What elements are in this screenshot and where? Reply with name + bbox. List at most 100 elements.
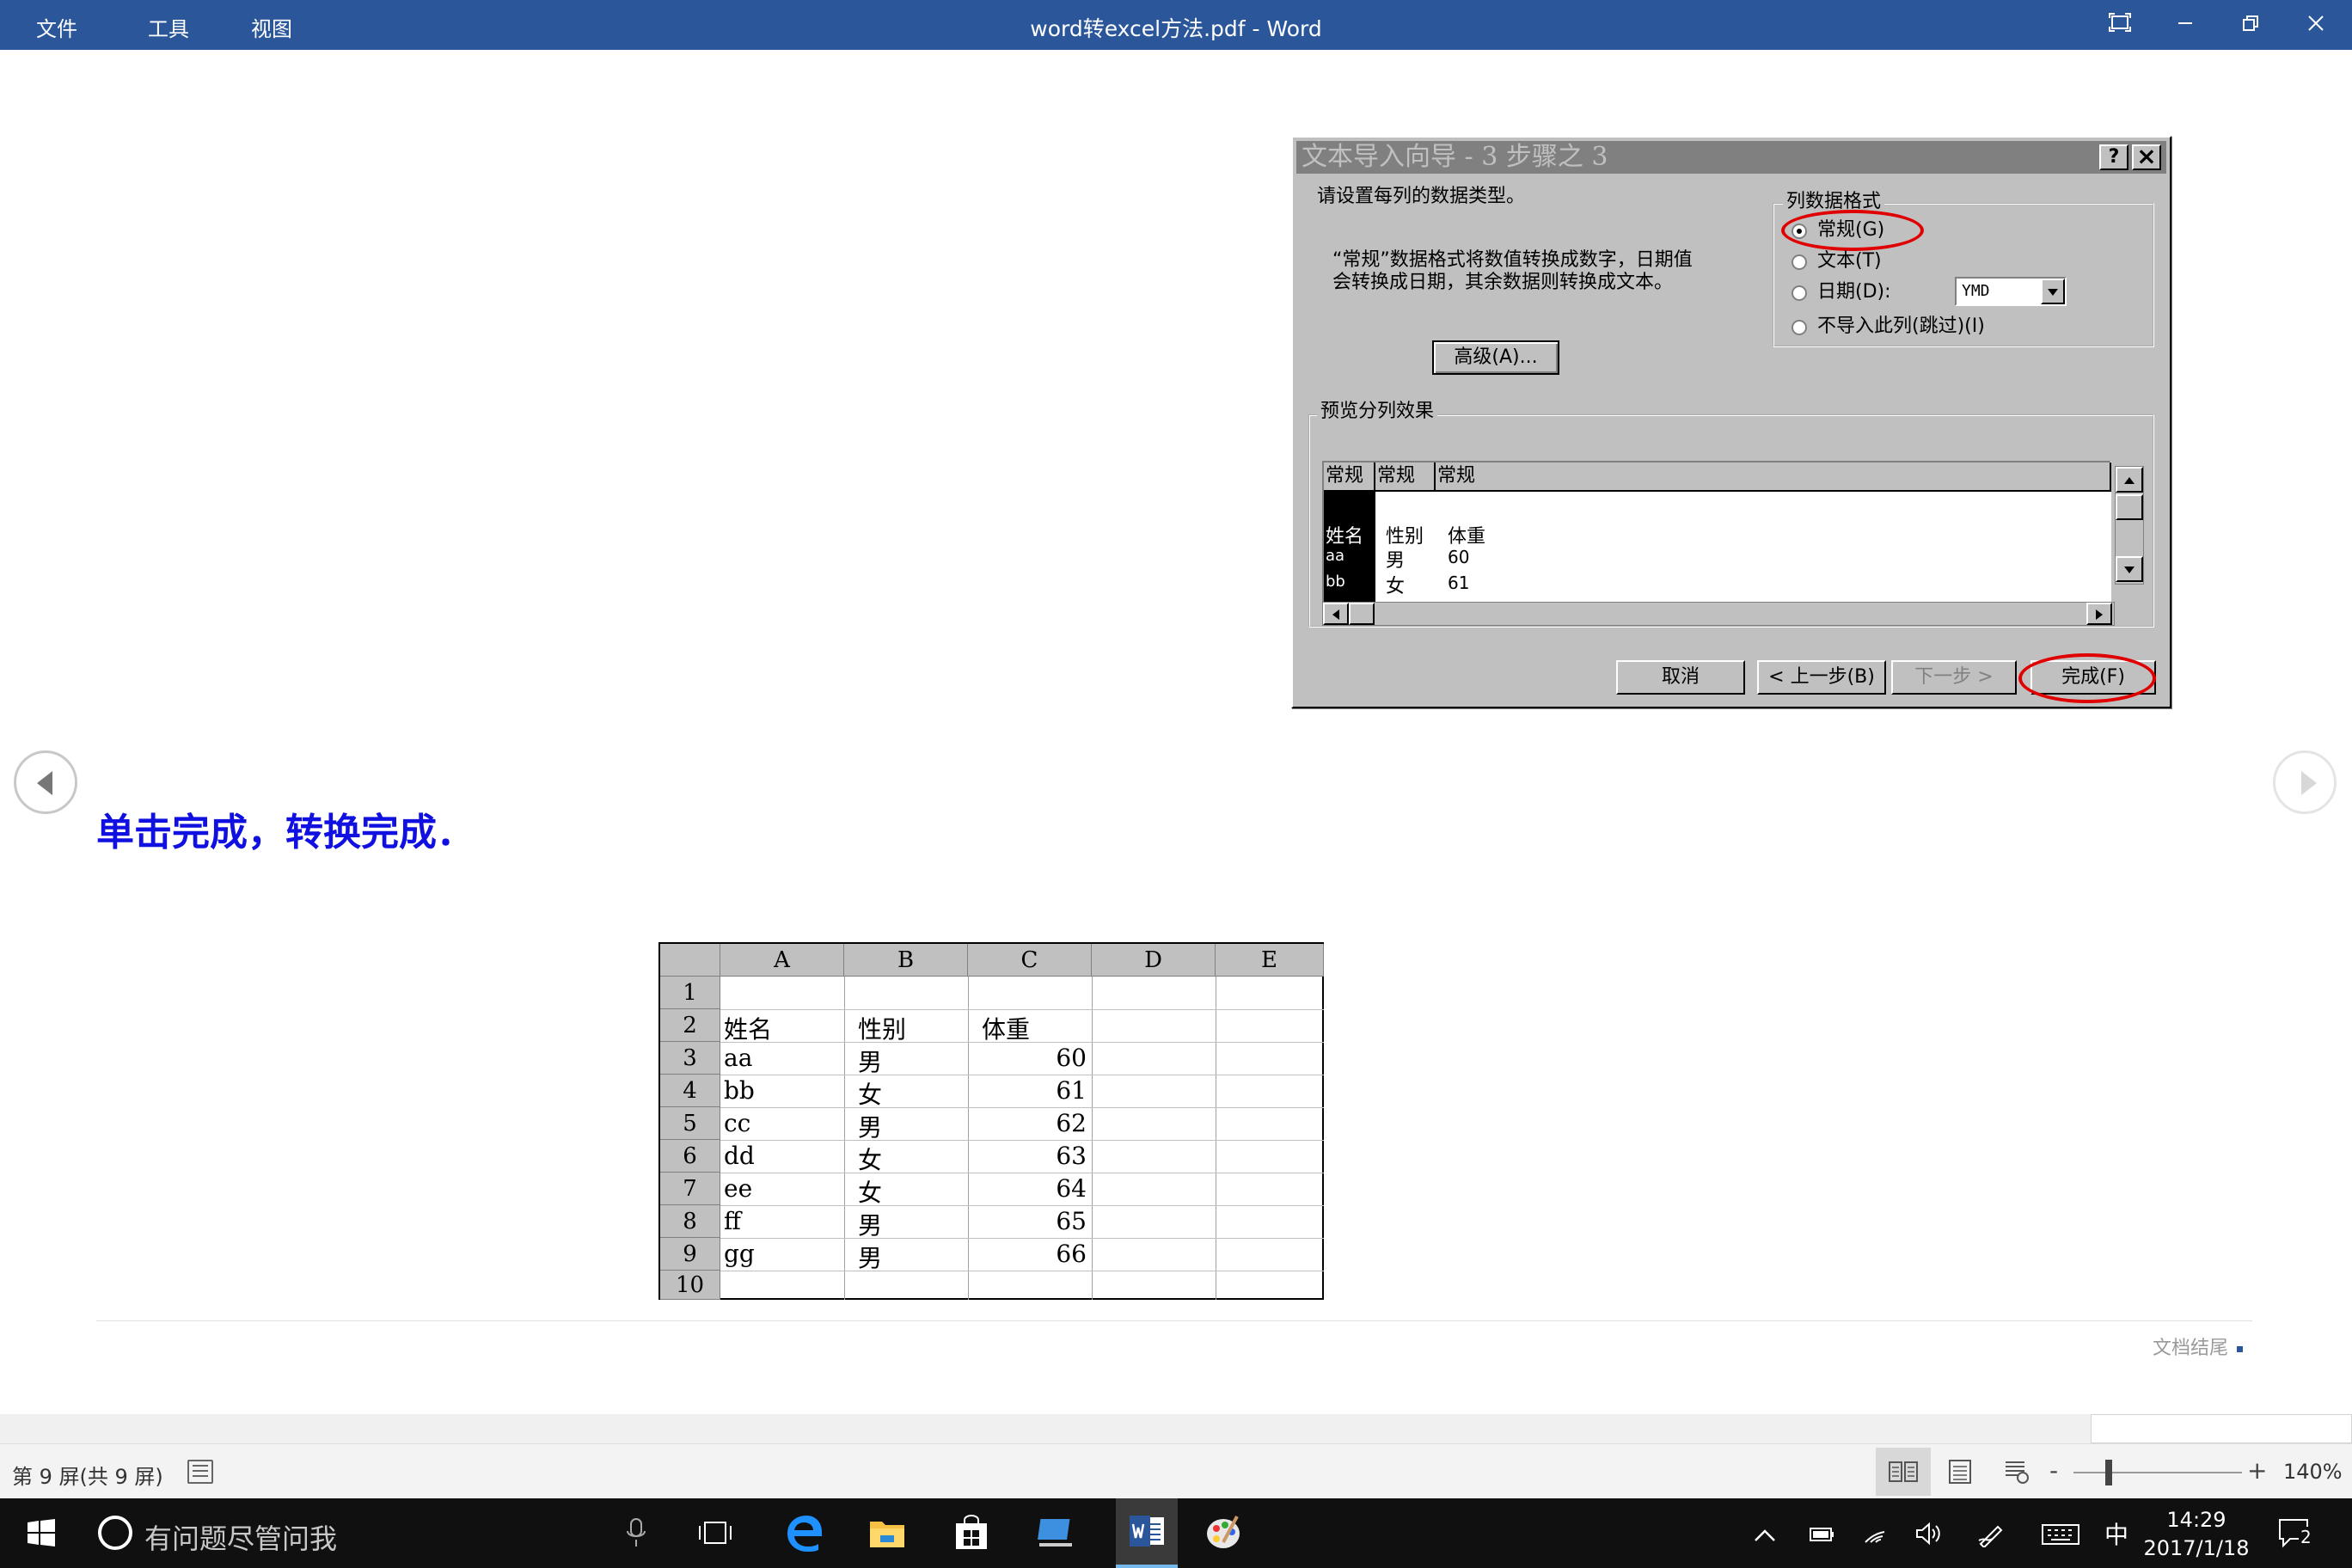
zoom-level[interactable]: 140%: [2283, 1460, 2343, 1484]
grid-line: [720, 1009, 1324, 1010]
zoom-slider[interactable]: [2073, 1472, 2242, 1473]
horizontal-scroll-thumb[interactable]: [2091, 1414, 2352, 1443]
sheet-cell: 61: [1056, 1076, 1087, 1105]
sheet-cell: 男: [858, 1244, 883, 1272]
sheet-cell: ee: [724, 1174, 753, 1203]
wifi-icon[interactable]: [1864, 1522, 1891, 1552]
file-explorer-icon[interactable]: [861, 1507, 913, 1559]
word-taskbar-button[interactable]: [1116, 1498, 1178, 1568]
restore-icon[interactable]: [2218, 0, 2283, 50]
sheet-cell: 姓名: [724, 1015, 773, 1044]
touch-keyboard-icon[interactable]: [2041, 1522, 2080, 1552]
zoom-out-button[interactable]: -: [2049, 1456, 2058, 1485]
date-format-value: YMD: [1962, 282, 1990, 300]
preview-cell: bb: [1326, 573, 1345, 591]
previous-screen-arrow-icon[interactable]: [14, 750, 77, 814]
grid-line: [844, 977, 845, 1300]
sheet-cell: 女: [858, 1081, 883, 1109]
scroll-up-icon: [2116, 467, 2143, 493]
paint-app-icon[interactable]: [1198, 1507, 1250, 1559]
windows-start-icon[interactable]: [15, 1507, 67, 1559]
sheet-cell: 65: [1056, 1207, 1087, 1235]
radio-skip: [1792, 320, 1807, 335]
preview-header-2: 常规: [1375, 462, 1436, 492]
sheet-cell: bb: [724, 1076, 755, 1105]
back-button: < 上一步(B): [1757, 660, 1886, 695]
preview-cell: 60: [1448, 547, 1470, 567]
grid-line: [720, 1205, 1324, 1206]
system-clock[interactable]: 14:29 2017/1/18: [2132, 1506, 2261, 1563]
horizontal-scrollbar[interactable]: [0, 1414, 2352, 1443]
volume-icon[interactable]: [1915, 1522, 1943, 1552]
input-method-indicator[interactable]: 中: [2104, 1516, 2128, 1551]
preview-group-label: 预览分列效果: [1317, 401, 1438, 423]
read-mode-icon[interactable]: [1876, 1448, 1931, 1496]
edge-browser-icon[interactable]: [777, 1507, 829, 1559]
sheet-cell: 60: [1056, 1044, 1087, 1072]
row-header: 2: [660, 1009, 720, 1042]
preview-cell: 体重: [1448, 526, 1486, 548]
zoom-in-button[interactable]: +: [2247, 1456, 2267, 1485]
sheet-cell: 66: [1056, 1240, 1087, 1268]
sheet-cell: aa: [724, 1044, 753, 1072]
text-import-wizard-image: 文本导入向导 - 3 步骤之 3 ? × 请设置每列的数据类型。 “常规”数据格…: [1291, 136, 2171, 708]
pen-workspace-icon[interactable]: [1977, 1522, 2006, 1553]
sheet-cell: 女: [858, 1146, 883, 1174]
action-center-icon[interactable]: 2: [2278, 1516, 2316, 1557]
preview-header-1: 常规: [1324, 462, 1375, 492]
row-header: 8: [660, 1205, 720, 1238]
preview-cell: 男: [1386, 550, 1406, 572]
grid-line: [720, 1107, 1324, 1108]
column-header: C: [968, 944, 1092, 977]
sheet-cell: ff: [724, 1207, 741, 1235]
end-marker-icon: [2237, 1345, 2244, 1352]
grid-line: [968, 977, 969, 1300]
sheet-cell: 体重: [982, 1015, 1031, 1044]
help-button: ?: [2099, 144, 2128, 170]
battery-icon[interactable]: [1807, 1522, 1834, 1550]
highlight-general-oval: [1781, 210, 1924, 251]
excel-sheet-image: A B C D E 1 2 3 4 5 6 7 8 9 10 姓名 性别 体重 …: [658, 942, 1324, 1300]
minimize-icon[interactable]: [2153, 0, 2218, 50]
preview-cell: aa: [1326, 547, 1345, 565]
end-of-document-label: 文档结尾: [2153, 1332, 2244, 1360]
scroll-left-icon: [1323, 603, 1349, 625]
column-header: A: [720, 944, 844, 977]
document-divider: [96, 1320, 2252, 1321]
store-icon[interactable]: [946, 1507, 997, 1559]
title-bar: 文件 工具 视图 word转excel方法.pdf - Word: [0, 0, 2352, 50]
scroll-down-icon: [2116, 556, 2143, 582]
sheet-cell: 性别: [858, 1015, 907, 1044]
clock-date: 2017/1/18: [2143, 1536, 2250, 1560]
grid-line: [1092, 977, 1093, 1300]
status-bar: 第 9 屏(共 9 屏) - + 140%: [0, 1443, 2352, 1498]
fullscreen-icon[interactable]: [2087, 0, 2153, 50]
preview-horizontal-scrollbar: [1322, 602, 2115, 626]
document-title: word转excel方法.pdf - Word: [1030, 16, 1322, 41]
document-page: 文本导入向导 - 3 步骤之 3 ? × 请设置每列的数据类型。 “常规”数据格…: [0, 50, 2352, 1414]
web-layout-icon[interactable]: [1989, 1448, 2044, 1496]
hscroll-thumb: [1349, 603, 1375, 625]
column-header: E: [1216, 944, 1324, 977]
microphone-icon[interactable]: [626, 1517, 646, 1552]
sheet-cell: 女: [858, 1179, 883, 1207]
sheet-cell: 63: [1056, 1142, 1087, 1170]
zoom-slider-thumb[interactable]: [2105, 1460, 2112, 1485]
show-hidden-icons-icon[interactable]: [1754, 1522, 1776, 1550]
scroll-thumb: [2116, 494, 2143, 520]
sheet-cell: 64: [1056, 1174, 1087, 1203]
task-view-icon[interactable]: [689, 1507, 741, 1559]
sheet-corner: [660, 944, 720, 977]
dialog-instruction: 请设置每列的数据类型。: [1317, 186, 1526, 207]
preview-cell: 姓名: [1326, 526, 1364, 548]
column-header: B: [844, 944, 968, 977]
row-header: 6: [660, 1140, 720, 1173]
next-screen-arrow-icon[interactable]: [2273, 750, 2337, 814]
document-stats-icon[interactable]: [187, 1460, 213, 1484]
grid-line: [720, 1140, 1324, 1141]
close-icon[interactable]: [2283, 0, 2349, 50]
remote-desktop-icon[interactable]: [1030, 1507, 1081, 1559]
preview-cell: 61: [1448, 573, 1470, 593]
print-layout-icon[interactable]: [1932, 1448, 1988, 1496]
column-header: D: [1092, 944, 1216, 977]
